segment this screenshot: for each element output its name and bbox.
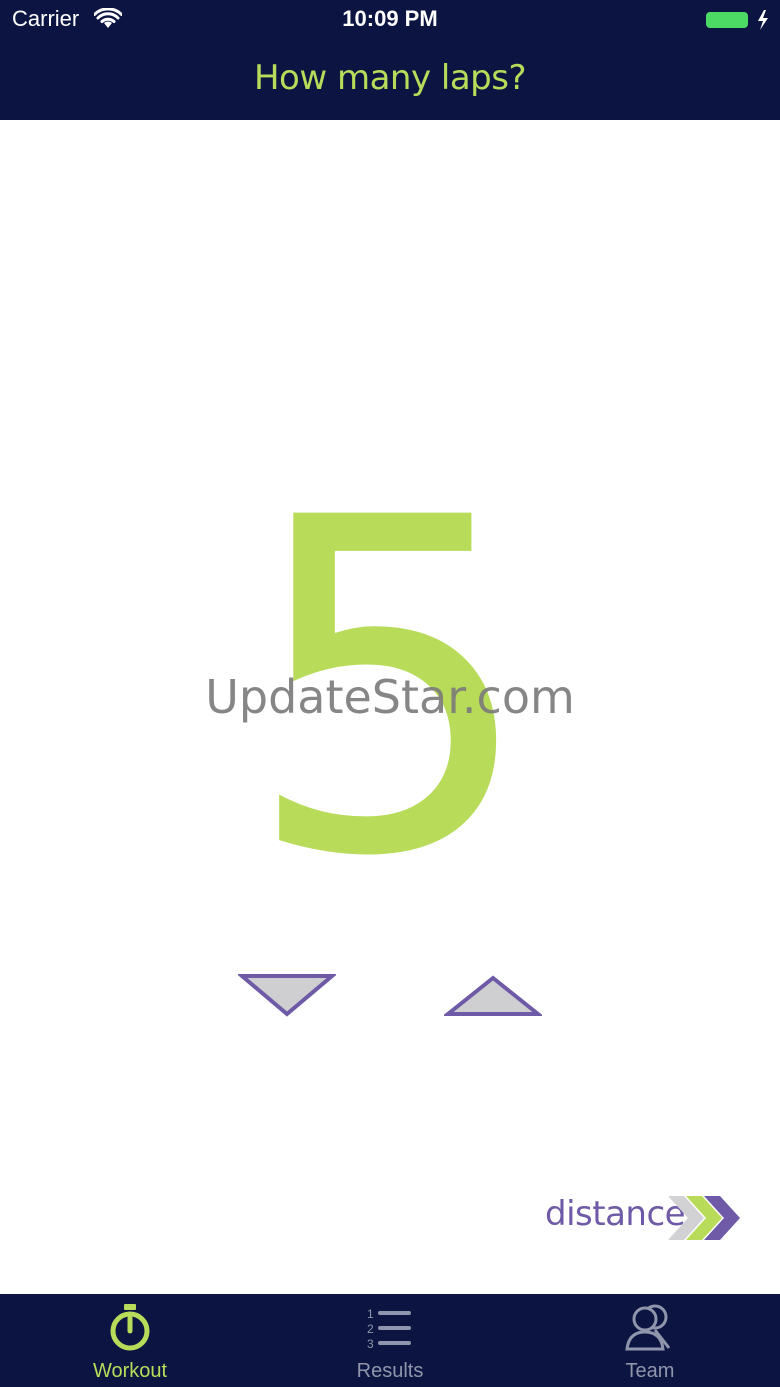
- battery-icon: [706, 10, 768, 30]
- triangle-down-icon: [236, 974, 338, 1017]
- decrement-laps-button[interactable]: [236, 972, 338, 1018]
- status-time: 10:09 PM: [342, 6, 438, 31]
- chevrons-right-icon: [668, 1196, 740, 1240]
- tab-results[interactable]: 1 2 3 Results: [260, 1294, 520, 1387]
- increment-laps-button[interactable]: [442, 972, 544, 1018]
- distance-next-button[interactable]: distance: [540, 1190, 750, 1246]
- team-icon: [625, 1304, 671, 1351]
- tab-team[interactable]: Team: [520, 1294, 780, 1387]
- watermark-text: UpdateStar.com: [205, 670, 575, 724]
- tab-label: Workout: [92, 1360, 168, 1382]
- tab-label: Team: [625, 1360, 675, 1382]
- tab-bar: Workout 1 2 3 Results Team: [0, 1294, 780, 1387]
- status-bar: Carrier 10:09 PM: [0, 0, 780, 40]
- svg-text:2: 2: [367, 1322, 374, 1336]
- navigation-bar: How many laps?: [0, 40, 780, 120]
- stopwatch-icon: [110, 1304, 150, 1351]
- numbered-list-icon: 1 2 3: [367, 1307, 411, 1351]
- svg-text:1: 1: [367, 1307, 374, 1321]
- tab-label: Results: [356, 1360, 424, 1382]
- svg-text:3: 3: [367, 1337, 374, 1351]
- page-title: How many laps?: [253, 58, 527, 98]
- tab-workout[interactable]: Workout: [0, 1294, 260, 1387]
- triangle-up-icon: [442, 975, 544, 1016]
- distance-label: distance: [545, 1194, 686, 1234]
